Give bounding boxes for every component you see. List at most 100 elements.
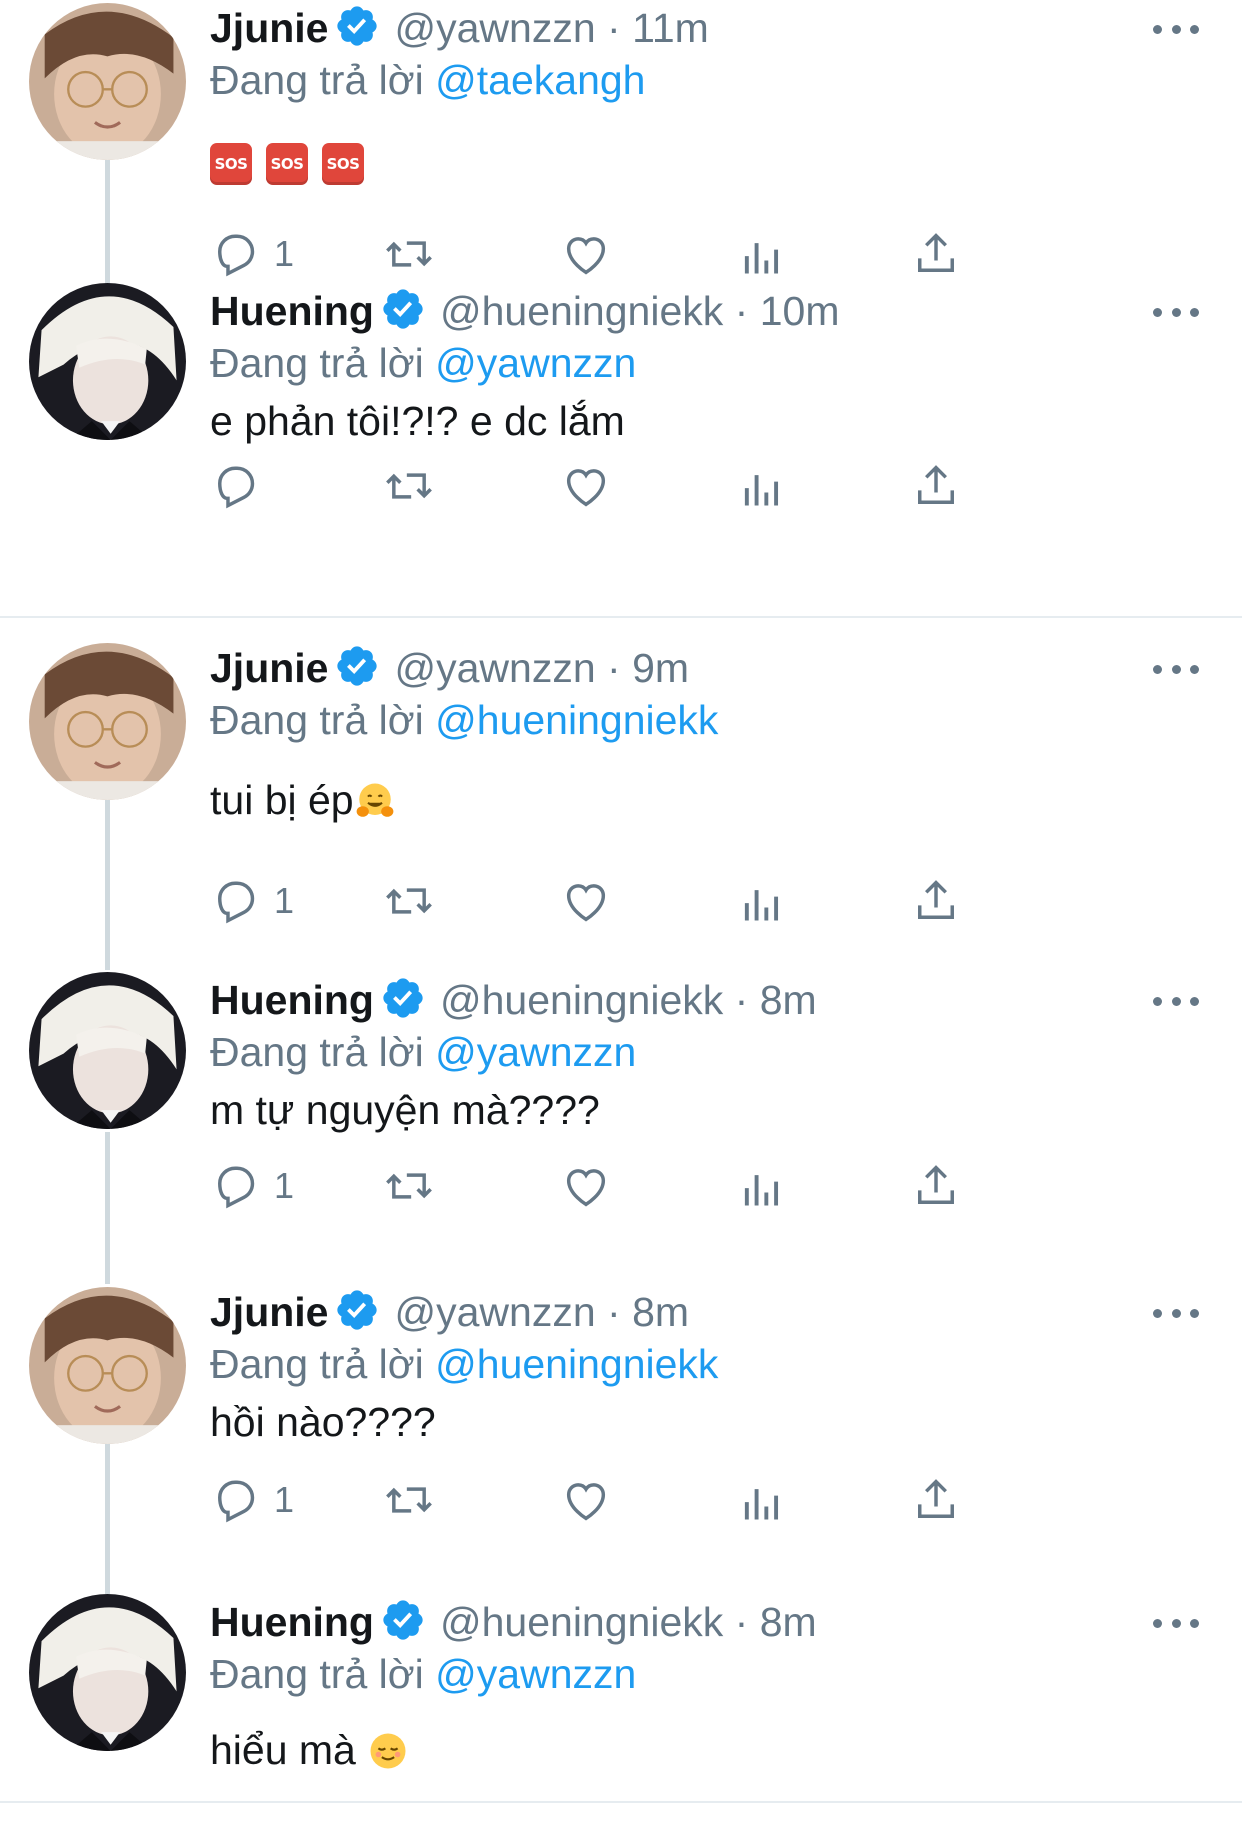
timestamp[interactable]: 11m [632, 5, 709, 51]
mention-link[interactable]: @hueningniekk [435, 1341, 718, 1387]
reply-count: 1 [274, 233, 295, 274]
display-name[interactable]: Jjunie [210, 5, 328, 51]
mention-link[interactable]: @taekangh [435, 57, 645, 103]
tweet-text: hiểu mà [210, 1722, 409, 1778]
avatar-photo-huening [29, 283, 186, 440]
reply-icon [218, 1480, 255, 1523]
tweet-text-content: tui bị ép [210, 777, 354, 823]
share-button[interactable] [910, 1160, 962, 1212]
thread-line [105, 1132, 110, 1284]
like-button[interactable] [560, 1160, 612, 1212]
like-button[interactable] [560, 875, 612, 927]
display-name[interactable]: Huening [210, 288, 374, 334]
like-button[interactable] [560, 1474, 612, 1526]
tweet[interactable]: Jjunie @yawnzzn · 11m Đang trả lời @taeka… [0, 0, 1242, 330]
share-icon [918, 1165, 954, 1204]
analytics-button[interactable] [736, 1160, 788, 1212]
mention-link[interactable]: @hueningniekk [435, 697, 718, 743]
avatar-photo-jjunie [29, 643, 186, 800]
share-button[interactable] [910, 875, 962, 927]
reply-count: 1 [274, 1479, 295, 1520]
handle[interactable]: @yawnzzn [394, 1289, 595, 1335]
heart-icon [566, 884, 606, 922]
like-button[interactable] [560, 228, 612, 280]
heart-icon [566, 469, 606, 507]
tweet[interactable]: Huening @hueningniekk · 8m Đang trả lời @… [0, 1594, 1242, 1803]
replying-to: Đang trả lời @hueningniekk [210, 692, 718, 748]
verified-badge-icon [380, 286, 426, 332]
reply-button[interactable] [210, 460, 262, 512]
thread-line [105, 800, 110, 970]
analytics-icon [744, 1175, 779, 1206]
handle[interactable]: @hueningniekk [440, 288, 723, 334]
handle[interactable]: @hueningniekk [440, 1599, 723, 1645]
tweet[interactable]: Huening @hueningniekk · 10m Đang trả lời … [0, 283, 1242, 613]
mention-link[interactable]: @yawnzzn [435, 1029, 636, 1075]
tweet-header: Jjunie @yawnzzn · 8m [210, 1284, 689, 1340]
share-button[interactable] [910, 1474, 962, 1526]
tweet-text: hồi nào???? [210, 1399, 436, 1445]
analytics-button[interactable] [736, 228, 788, 280]
avatar-jjunie[interactable] [29, 643, 186, 800]
analytics-icon [744, 890, 779, 921]
avatar-photo-huening [29, 1594, 186, 1751]
display-name[interactable]: Jjunie [210, 1289, 328, 1335]
retweet-button[interactable] [383, 228, 435, 280]
handle[interactable]: @yawnzzn [394, 645, 595, 691]
analytics-button[interactable] [736, 1474, 788, 1526]
timestamp[interactable]: 10m [760, 288, 840, 334]
more-options-icon[interactable] [1153, 14, 1199, 44]
retweet-icon [386, 1487, 432, 1513]
thread-line [105, 1444, 110, 1594]
avatar-jjunie[interactable] [29, 3, 186, 160]
share-button[interactable] [910, 460, 962, 512]
reply-button[interactable]: 1 [210, 875, 294, 927]
display-name[interactable]: Jjunie [210, 645, 328, 691]
replying-to: Đang trả lời @yawnzzn [210, 335, 636, 391]
analytics-button[interactable] [736, 460, 788, 512]
more-options-icon[interactable] [1153, 1608, 1199, 1638]
retweet-button[interactable] [383, 875, 435, 927]
timestamp[interactable]: 8m [760, 1599, 817, 1645]
handle[interactable]: @yawnzzn [394, 5, 595, 51]
verified-badge-icon [334, 643, 380, 689]
avatar-huening[interactable] [29, 1594, 186, 1751]
avatar-huening[interactable] [29, 972, 186, 1129]
retweet-icon [386, 241, 432, 267]
mention-link[interactable]: @yawnzzn [435, 340, 636, 386]
analytics-button[interactable] [736, 875, 788, 927]
retweet-button[interactable] [383, 460, 435, 512]
bottom-divider [0, 1801, 1242, 1803]
tweet[interactable]: Huening @hueningniekk · 8m Đang trả lời @… [0, 972, 1242, 1284]
timestamp[interactable]: 8m [632, 1289, 689, 1335]
avatar-jjunie[interactable] [29, 1287, 186, 1444]
sos-emoji: SOS [322, 143, 364, 185]
more-options-icon[interactable] [1153, 297, 1199, 327]
reply-button[interactable]: 1 [210, 1474, 294, 1526]
share-button[interactable] [910, 228, 962, 280]
reply-count: 1 [274, 880, 295, 921]
reply-button[interactable]: 1 [210, 228, 294, 280]
handle[interactable]: @hueningniekk [440, 977, 723, 1023]
timestamp[interactable]: 8m [760, 977, 817, 1023]
retweet-button[interactable] [383, 1474, 435, 1526]
sos-emoji: SOS [266, 143, 308, 185]
tweet-actions: 1 [210, 875, 1110, 927]
reply-button[interactable]: 1 [210, 1160, 294, 1212]
timestamp[interactable]: 9m [632, 645, 689, 691]
replying-to-label: Đang trả lời [210, 1341, 424, 1387]
avatar-photo-jjunie [29, 3, 186, 160]
more-options-icon[interactable] [1153, 986, 1199, 1016]
avatar-huening[interactable] [29, 283, 186, 440]
tweet-header: Huening @hueningniekk · 8m [210, 972, 817, 1028]
mention-link[interactable]: @yawnzzn [435, 1651, 636, 1697]
tweet[interactable]: Jjunie @yawnzzn · 8m Đang trả lời @huenin… [0, 1284, 1242, 1594]
tweet[interactable]: Jjunie @yawnzzn · 9m Đang trả lời @huenin… [0, 640, 1242, 970]
display-name[interactable]: Huening [210, 977, 374, 1023]
more-options-icon[interactable] [1153, 1298, 1199, 1328]
display-name[interactable]: Huening [210, 1599, 374, 1645]
like-button[interactable] [560, 460, 612, 512]
retweet-button[interactable] [383, 1160, 435, 1212]
replying-to: Đang trả lời @taekangh [210, 52, 645, 108]
more-options-icon[interactable] [1153, 654, 1199, 684]
